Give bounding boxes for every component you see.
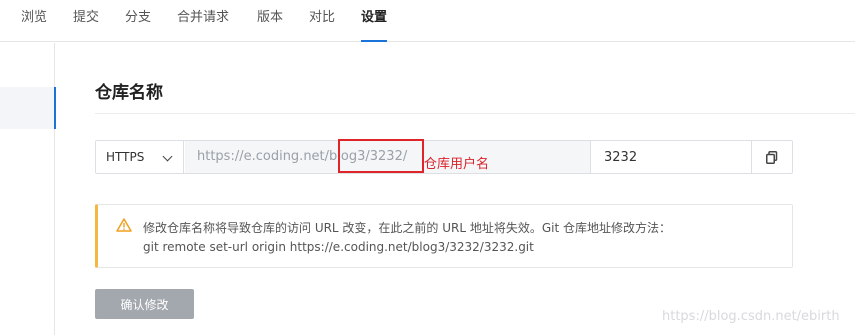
top-tab-bar: 浏览 提交 分支 合并请求 版本 对比 设置 — [0, 0, 855, 42]
protocol-select[interactable]: HTTPS — [96, 141, 184, 173]
sidebar-item-active[interactable] — [0, 87, 56, 129]
protocol-select-value: HTTPS — [106, 150, 145, 164]
tab-commits[interactable]: 提交 — [73, 0, 99, 42]
tab-compare[interactable]: 对比 — [309, 0, 335, 42]
repo-name-input[interactable] — [592, 141, 752, 173]
watermark: https://blog.csdn.net/ebirth — [662, 309, 840, 324]
tab-branches[interactable]: 分支 — [125, 0, 151, 42]
annotation-highlight-box — [338, 139, 424, 173]
section-divider — [95, 113, 855, 114]
copy-button[interactable] — [751, 141, 792, 173]
warning-icon — [116, 218, 132, 232]
annotation-label: 仓库用户名 — [424, 157, 490, 172]
settings-sidebar — [0, 43, 56, 335]
confirm-button[interactable]: 确认修改 — [95, 289, 194, 319]
warning-text: 修改仓库名称将导致仓库的访问 URL 改变，在此之前的 URL 地址将失效。Gi… — [143, 221, 672, 235]
tab-releases[interactable]: 版本 — [257, 0, 283, 42]
copy-icon — [766, 151, 778, 164]
warning-notice: 修改仓库名称将导致仓库的访问 URL 改变，在此之前的 URL 地址将失效。Gi… — [95, 204, 793, 268]
warning-git-command: git remote set-url origin https://e.codi… — [143, 240, 534, 254]
tab-merge-requests[interactable]: 合并请求 — [177, 0, 229, 42]
sidebar-active-indicator — [54, 87, 56, 129]
tab-browse[interactable]: 浏览 — [21, 0, 47, 42]
tab-settings[interactable]: 设置 — [361, 0, 388, 42]
chevron-down-icon — [162, 151, 173, 162]
section-title: 仓库名称 — [95, 83, 163, 103]
